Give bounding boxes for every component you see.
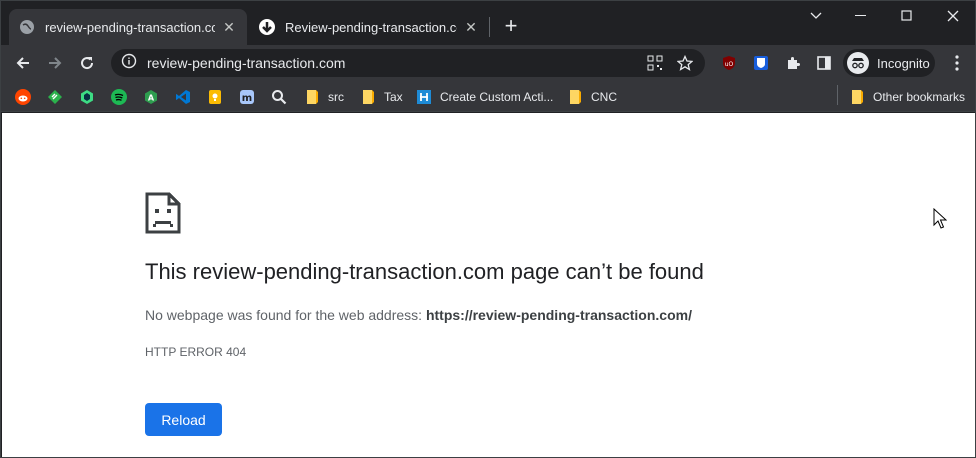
svg-text:uO: uO bbox=[725, 61, 734, 68]
bookmark-search[interactable] bbox=[271, 86, 287, 108]
profile-button[interactable]: Incognito bbox=[843, 49, 935, 77]
maximize-icon[interactable] bbox=[884, 1, 930, 31]
error-code: HTTP ERROR 404 bbox=[145, 345, 247, 359]
reload-icon[interactable] bbox=[73, 49, 101, 77]
tab-search-icon[interactable] bbox=[793, 1, 839, 31]
bookmark-label: CNC bbox=[591, 90, 617, 104]
bookmark-folder-tax[interactable]: Tax bbox=[360, 86, 403, 108]
bookmarks-separator bbox=[837, 85, 838, 105]
android-studio-icon bbox=[79, 89, 95, 105]
feedly-icon bbox=[47, 89, 63, 105]
android-icon: A bbox=[143, 89, 159, 105]
url-text: review-pending-transaction.com bbox=[147, 55, 346, 71]
bookmark-folder-cnc[interactable]: CNC bbox=[567, 86, 617, 108]
tab-separator bbox=[489, 17, 490, 37]
address-bar[interactable]: review-pending-transaction.com bbox=[111, 49, 705, 77]
tab-active[interactable]: review-pending-transaction.com ✕ bbox=[9, 9, 247, 45]
error-description-text: No webpage was found for the web address… bbox=[145, 307, 426, 323]
bookmark-android-studio[interactable] bbox=[79, 86, 95, 108]
bookmark-vscode[interactable] bbox=[175, 86, 191, 108]
star-icon[interactable] bbox=[675, 53, 695, 73]
bookmark-reddit[interactable] bbox=[15, 86, 31, 108]
bookmark-spotify[interactable] bbox=[111, 86, 127, 108]
minimize-icon[interactable] bbox=[838, 1, 884, 31]
menu-icon[interactable] bbox=[947, 53, 967, 73]
folder-icon bbox=[304, 89, 320, 105]
globe-icon bbox=[19, 19, 35, 35]
custom-action-icon bbox=[416, 89, 432, 105]
error-title: This review-pending-transaction.com page… bbox=[145, 259, 704, 284]
mouse-cursor-icon bbox=[933, 208, 947, 229]
forward-icon[interactable] bbox=[41, 49, 69, 77]
bookmark-android[interactable]: A bbox=[143, 86, 159, 108]
search-icon bbox=[271, 89, 287, 105]
incognito-icon bbox=[847, 52, 869, 74]
folder-icon bbox=[567, 89, 583, 105]
reddit-icon bbox=[15, 89, 31, 105]
tab-title: review-pending-transaction.com bbox=[45, 19, 215, 35]
bookmarks-bar: A m src Tax Create Custom Acti... CNC Ot… bbox=[1, 81, 975, 112]
bookmark-feedly[interactable] bbox=[47, 86, 63, 108]
bookmark-label: Tax bbox=[384, 90, 403, 104]
tab-title: Review-pending-transaction.com bbox=[285, 19, 457, 35]
back-icon[interactable] bbox=[9, 49, 37, 77]
side-panel-icon[interactable] bbox=[814, 53, 834, 73]
ublock-icon[interactable]: uO bbox=[719, 53, 739, 73]
bookmark-m[interactable]: m bbox=[239, 86, 255, 108]
folder-icon bbox=[360, 89, 376, 105]
folder-icon bbox=[849, 89, 865, 105]
extensions-puzzle-icon[interactable] bbox=[783, 53, 803, 73]
browser-window: review-pending-transaction.com ✕ Review-… bbox=[0, 0, 976, 458]
tab-strip: review-pending-transaction.com ✕ Review-… bbox=[1, 1, 975, 45]
bookmark-create-custom-action[interactable]: Create Custom Acti... bbox=[416, 86, 553, 108]
bookmark-label: Create Custom Acti... bbox=[440, 90, 554, 104]
qr-code-icon[interactable] bbox=[645, 53, 665, 73]
sad-page-icon bbox=[145, 192, 181, 234]
bookmark-folder-src[interactable]: src bbox=[304, 86, 344, 108]
bitwarden-icon[interactable] bbox=[751, 53, 771, 73]
new-tab-button[interactable]: + bbox=[499, 15, 523, 39]
bookmark-keep[interactable] bbox=[207, 86, 223, 108]
close-window-icon[interactable] bbox=[930, 1, 975, 31]
info-icon[interactable] bbox=[121, 53, 137, 74]
bookmark-other-bookmarks[interactable]: Other bookmarks bbox=[849, 86, 965, 108]
download-arrow-icon bbox=[259, 19, 275, 35]
svg-text:A: A bbox=[148, 94, 155, 103]
keep-icon bbox=[207, 89, 223, 105]
vscode-icon bbox=[175, 89, 191, 105]
reload-button[interactable]: Reload bbox=[145, 403, 222, 436]
svg-text:m: m bbox=[242, 93, 252, 104]
tab-inactive[interactable]: Review-pending-transaction.com ✕ bbox=[249, 9, 489, 45]
other-bookmarks-label: Other bookmarks bbox=[873, 90, 966, 104]
error-description: No webpage was found for the web address… bbox=[145, 307, 692, 323]
toolbar: review-pending-transaction.com uO Incogn… bbox=[1, 45, 975, 81]
m-icon: m bbox=[239, 89, 255, 105]
bookmark-label: src bbox=[328, 90, 344, 104]
page-content: This review-pending-transaction.com page… bbox=[2, 113, 975, 457]
tab-close-icon[interactable]: ✕ bbox=[463, 19, 479, 35]
spotify-icon bbox=[111, 89, 127, 105]
tab-close-icon[interactable]: ✕ bbox=[221, 19, 237, 35]
error-url: https://review-pending-transaction.com/ bbox=[425, 307, 692, 323]
profile-label: Incognito bbox=[877, 55, 930, 71]
